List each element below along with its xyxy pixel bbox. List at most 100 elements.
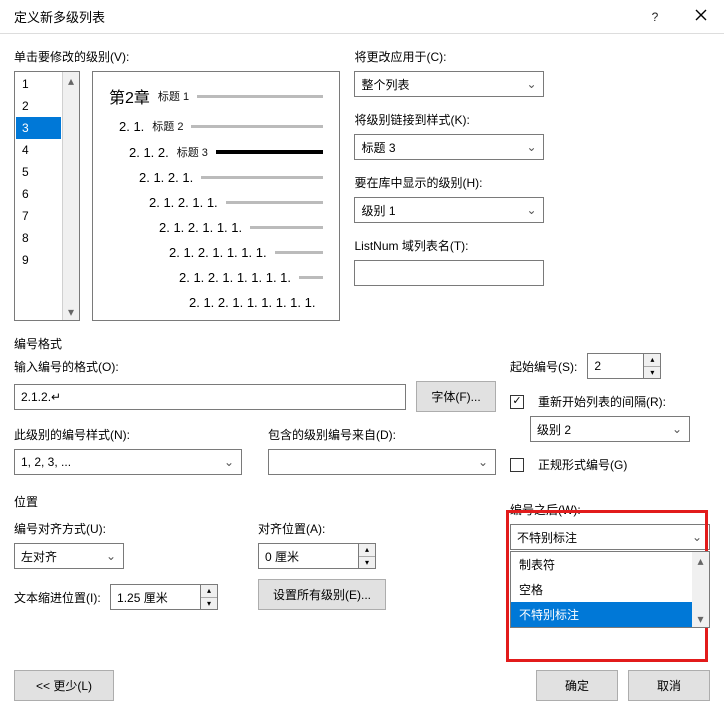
number-format-section: 编号格式 bbox=[14, 335, 496, 352]
level-item[interactable]: 3 bbox=[16, 117, 61, 139]
preview-number: 2. 1. 2. 1. 1. bbox=[149, 195, 218, 210]
preview-bar bbox=[197, 95, 323, 98]
spin-up-icon[interactable]: ▴ bbox=[359, 544, 375, 557]
cancel-button[interactable]: 取消 bbox=[628, 670, 710, 701]
indent-label: 文本缩进位置(I): bbox=[14, 591, 101, 605]
apply-to-select[interactable]: 整个列表 ⌄ bbox=[354, 71, 544, 97]
preview-bar bbox=[299, 276, 323, 279]
chevron-down-icon: ⌄ bbox=[689, 530, 705, 544]
chevron-down-icon: ⌄ bbox=[669, 422, 685, 436]
enter-format-label: 输入编号的格式(O): bbox=[14, 358, 496, 375]
scroll-down-icon[interactable]: ▾ bbox=[63, 303, 79, 320]
preview-row: 2. 1. 2. 1. 1. 1. 1. 1. bbox=[179, 270, 323, 285]
align-label: 编号对齐方式(U): bbox=[14, 520, 244, 537]
preview-row: 2. 1. 2. 1. bbox=[139, 170, 323, 185]
gallery-level-label: 要在库中显示的级别(H): bbox=[354, 174, 544, 191]
preview-number: 2. 1. 2. 1. 1. 1. bbox=[159, 220, 242, 235]
click-level-label: 单击要修改的级别(V): bbox=[14, 48, 340, 65]
legal-checkbox-row[interactable]: 正规形式编号(G) bbox=[510, 456, 710, 473]
follow-number-select[interactable]: 不特别标注 ⌄ bbox=[510, 524, 710, 550]
preview-number: 2. 1. 2. 1. bbox=[139, 170, 193, 185]
preview-number: 2. 1. 2. 1. 1. 1. 1. 1. bbox=[179, 270, 291, 285]
scroll-up-icon[interactable]: ▴ bbox=[692, 552, 709, 569]
preview-number: 2. 1. bbox=[119, 119, 144, 134]
title-bar-buttons: ? bbox=[632, 0, 724, 33]
close-button[interactable] bbox=[678, 0, 724, 33]
set-all-levels-button[interactable]: 设置所有级别(E)... bbox=[258, 579, 386, 610]
align-at-label: 对齐位置(A): bbox=[258, 520, 376, 537]
preview-bar bbox=[201, 176, 323, 179]
preview-row: 第2章标题 1 bbox=[109, 84, 323, 108]
indent-spinner[interactable]: 1.25 厘米 ▴▾ bbox=[110, 584, 218, 610]
position-section: 位置 bbox=[14, 493, 496, 510]
chevron-down-icon: ⌄ bbox=[221, 455, 237, 469]
follow-option[interactable]: 制表符 bbox=[511, 552, 709, 577]
scroll-down-icon[interactable]: ▾ bbox=[692, 610, 709, 627]
spin-down-icon[interactable]: ▾ bbox=[644, 367, 660, 379]
number-format-input[interactable]: 2.1.2.↵ bbox=[14, 384, 406, 410]
follow-number-dropdown[interactable]: ▴ ▾ 制表符空格不特别标注 bbox=[510, 551, 710, 628]
preview-number: 第2章 bbox=[109, 84, 150, 108]
preview-bar bbox=[250, 226, 323, 229]
help-button[interactable]: ? bbox=[632, 0, 678, 33]
right-column: 将更改应用于(C): 整个列表 ⌄ 将级别链接到样式(K): 标题 3 ⌄ 要在… bbox=[354, 44, 544, 321]
link-style-select[interactable]: 标题 3 ⌄ bbox=[354, 134, 544, 160]
preview-bar bbox=[275, 251, 324, 254]
listnum-input[interactable] bbox=[354, 260, 544, 286]
start-at-spinner[interactable]: 2 ▴▾ bbox=[587, 353, 661, 379]
level-list-scrollbar[interactable]: ▴ ▾ bbox=[62, 72, 79, 320]
spin-up-icon[interactable]: ▴ bbox=[201, 585, 217, 598]
preview-style-label: 标题 2 bbox=[152, 118, 183, 134]
level-listbox[interactable]: 123456789 ▴ ▾ bbox=[14, 71, 80, 321]
gallery-level-select[interactable]: 级别 1 ⌄ bbox=[354, 197, 544, 223]
follow-option[interactable]: 不特别标注 bbox=[511, 602, 709, 627]
ok-button[interactable]: 确定 bbox=[536, 670, 618, 701]
preview-bar bbox=[216, 150, 324, 154]
less-button[interactable]: << 更少(L) bbox=[14, 670, 114, 701]
close-icon bbox=[695, 9, 707, 24]
legal-label: 正规形式编号(G) bbox=[538, 456, 627, 473]
align-at-spinner[interactable]: 0 厘米 ▴▾ bbox=[258, 543, 376, 569]
restart-label: 重新开始列表的间隔(R): bbox=[538, 393, 666, 410]
preview-bar bbox=[226, 201, 324, 204]
link-style-label: 将级别链接到样式(K): bbox=[354, 111, 544, 128]
spin-up-icon[interactable]: ▴ bbox=[644, 354, 660, 367]
chevron-down-icon: ⌄ bbox=[103, 549, 119, 563]
level-item[interactable]: 2 bbox=[16, 95, 61, 117]
apply-to-label: 将更改应用于(C): bbox=[354, 48, 544, 65]
level-item[interactable]: 5 bbox=[16, 161, 61, 183]
dialog-window: 定义新多级列表 ? 单击要修改的级别(V): 123456789 ▴ bbox=[0, 0, 724, 716]
font-button[interactable]: 字体(F)... bbox=[416, 381, 496, 412]
follow-option[interactable]: 空格 bbox=[511, 577, 709, 602]
level-item[interactable]: 1 bbox=[16, 73, 61, 95]
chevron-down-icon: ⌄ bbox=[523, 203, 539, 217]
chevron-down-icon: ⌄ bbox=[523, 77, 539, 91]
level-item[interactable]: 6 bbox=[16, 183, 61, 205]
listnum-label: ListNum 域列表名(T): bbox=[354, 237, 544, 254]
follow-number-label: 编号之后(W): bbox=[510, 501, 710, 518]
preview-row: 2. 1. 2.标题 3 bbox=[129, 144, 323, 160]
preview-row: 2. 1. 标题 2 bbox=[119, 118, 323, 134]
preview-row: 2. 1. 2. 1. 1. 1. 1. 1. 1. bbox=[189, 295, 323, 310]
preview-style-label: 标题 3 bbox=[177, 144, 208, 160]
list-preview: 第2章标题 1 2. 1. 标题 2 2. 1. 2.标题 3 2. 1. 2. 1. 2… bbox=[92, 71, 340, 321]
align-select[interactable]: 左对齐 ⌄ bbox=[14, 543, 124, 569]
level-item[interactable]: 4 bbox=[16, 139, 61, 161]
restart-level-select[interactable]: 级别 2 ⌄ bbox=[530, 416, 690, 442]
spin-down-icon[interactable]: ▾ bbox=[201, 598, 217, 610]
scroll-up-icon[interactable]: ▴ bbox=[63, 72, 79, 89]
include-level-select[interactable]: ⌄ bbox=[268, 449, 496, 475]
preview-row: 2. 1. 2. 1. 1. 1. 1. bbox=[169, 245, 323, 260]
level-item[interactable]: 8 bbox=[16, 227, 61, 249]
restart-checkbox-row[interactable]: 重新开始列表的间隔(R): bbox=[510, 393, 710, 410]
number-style-select[interactable]: 1, 2, 3, ... ⌄ bbox=[14, 449, 242, 475]
dropdown-scrollbar[interactable]: ▴ ▾ bbox=[692, 552, 709, 627]
level-item[interactable]: 9 bbox=[16, 249, 61, 271]
spin-down-icon[interactable]: ▾ bbox=[359, 557, 375, 569]
preview-row: 2. 1. 2. 1. 1. bbox=[149, 195, 323, 210]
restart-checkbox[interactable] bbox=[510, 395, 524, 409]
preview-row: 2. 1. 2. 1. 1. 1. bbox=[159, 220, 323, 235]
legal-checkbox[interactable] bbox=[510, 458, 524, 472]
level-item[interactable]: 7 bbox=[16, 205, 61, 227]
preview-number: 2. 1. 2. 1. 1. 1. 1. bbox=[169, 245, 267, 260]
